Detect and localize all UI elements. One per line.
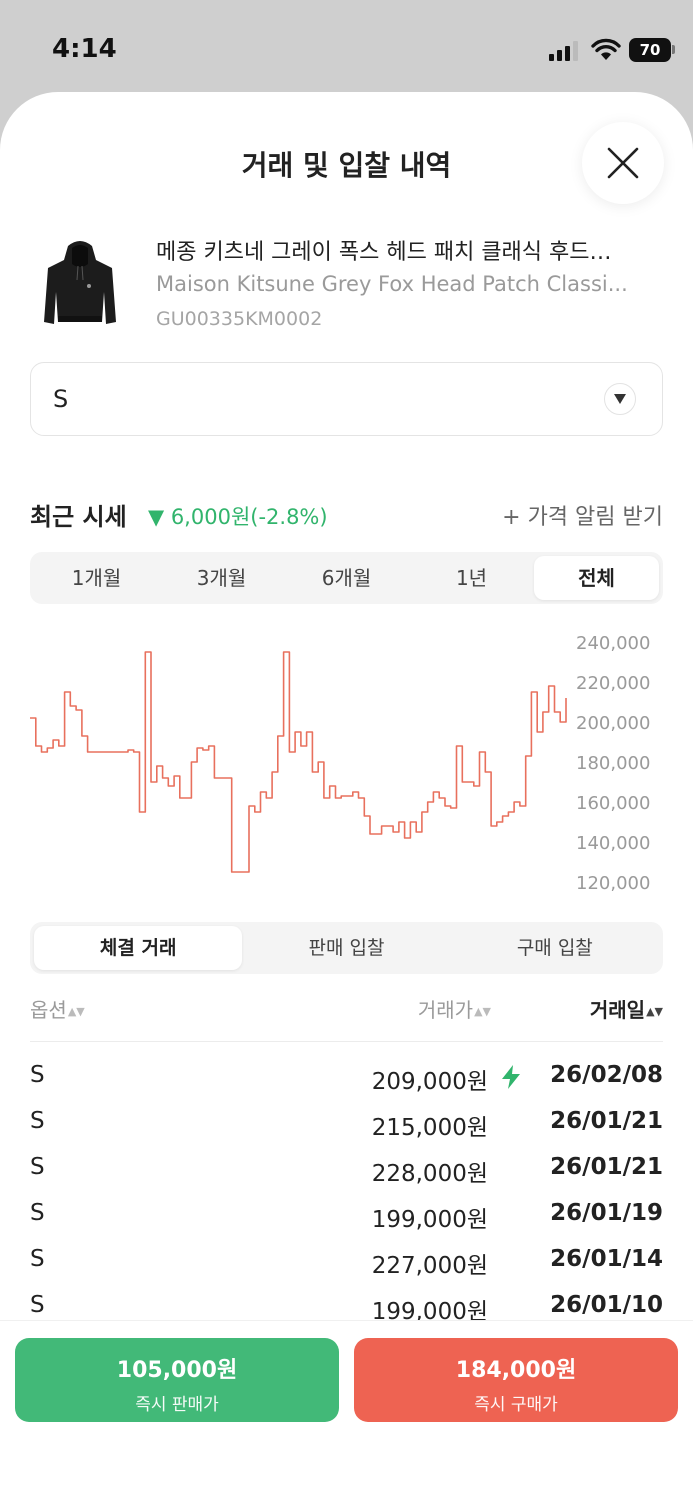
- row-price: 199,000원: [371, 1207, 488, 1233]
- price-column-header[interactable]: 거래가▲▼: [418, 994, 491, 1023]
- price-series-line: [30, 651, 567, 873]
- table-row: S 199,000원 26/01/19: [30, 1192, 663, 1238]
- y-tick-label: 180,000: [576, 753, 650, 774]
- trade-tabs: 체결 거래 판매 입찰 구매 입찰: [30, 922, 663, 974]
- row-option: S: [30, 1246, 45, 1272]
- instant-sell-price: 105,000원: [116, 1358, 238, 1383]
- close-icon: [607, 147, 639, 179]
- row-date: 26/01/14: [550, 1246, 663, 1272]
- row-option: S: [30, 1062, 45, 1088]
- row-date: 26/01/19: [550, 1200, 663, 1226]
- lightning-icon: [502, 1065, 520, 1089]
- trade-history-sheet: 거래 및 입찰 내역 메종 키츠네 그레이 폭스 헤드 패치 클래식 후드… M…: [0, 92, 693, 1500]
- row-date: 26/01/21: [550, 1108, 663, 1134]
- period-tabs: 1개월 3개월 6개월 1년 전체: [30, 552, 663, 604]
- recent-price-label: 최근 시세: [30, 503, 127, 531]
- price-alert-button[interactable]: + 가격 알림 받기: [502, 499, 663, 531]
- y-tick-label: 220,000: [576, 673, 650, 694]
- date-header-label: 거래일: [589, 998, 646, 1022]
- table-row: S 227,000원 26/01/14: [30, 1238, 663, 1284]
- size-select[interactable]: S: [30, 362, 663, 436]
- tab-6-months[interactable]: 6개월: [284, 556, 409, 600]
- row-option: S: [30, 1200, 45, 1226]
- option-header-label: 옵션: [30, 998, 67, 1022]
- tab-1-year[interactable]: 1년: [409, 556, 534, 600]
- recent-price-change: ▼ 6,000원(-2.8%): [148, 505, 328, 529]
- price-header-label: 거래가: [417, 998, 474, 1022]
- y-tick-label: 160,000: [576, 793, 650, 814]
- trade-list: S 209,000원 26/02/08 S 215,000원 26/01/21 …: [30, 1054, 663, 1330]
- product-name: 메종 키츠네 그레이 폭스 헤드 패치 클래식 후드…: [156, 240, 612, 265]
- tab-all[interactable]: 전체: [534, 556, 659, 600]
- status-time: 4:14: [52, 34, 117, 64]
- price-chart: 240,000 220,000 200,000 180,000 160,000 140,0…: [0, 632, 693, 892]
- battery-icon: 70: [629, 38, 671, 62]
- instant-buy-button[interactable]: 184,000원 즉시 구매가: [354, 1338, 678, 1422]
- size-select-value: S: [53, 385, 69, 413]
- table-header: 옵션▲▼ 거래가▲▼ 거래일▲▼: [30, 992, 663, 1042]
- y-tick-label: 140,000: [576, 833, 650, 854]
- table-row: S 215,000원 26/01/21: [30, 1100, 663, 1146]
- row-option: S: [30, 1292, 45, 1318]
- tab-concluded-trades[interactable]: 체결 거래: [34, 926, 243, 970]
- sort-icon: ▲▼: [67, 1005, 85, 1018]
- y-tick-label: 240,000: [576, 633, 650, 654]
- bottom-action-bar: 105,000원 즉시 판매가 184,000원 즉시 구매가: [0, 1320, 693, 1500]
- row-price: 228,000원: [371, 1161, 488, 1187]
- y-tick-label: 120,000: [576, 873, 650, 892]
- table-row: S 209,000원 26/02/08: [30, 1054, 663, 1100]
- row-date: 26/02/08: [550, 1062, 663, 1088]
- date-column-header[interactable]: 거래일▲▼: [590, 994, 663, 1023]
- row-price: 209,000원: [371, 1069, 488, 1095]
- product-image: [44, 241, 116, 324]
- instant-sell-button[interactable]: 105,000원 즉시 판매가: [15, 1338, 339, 1422]
- signal-icon: [549, 41, 578, 61]
- row-option: S: [30, 1108, 45, 1134]
- row-option: S: [30, 1154, 45, 1180]
- tab-3-months[interactable]: 3개월: [159, 556, 284, 600]
- option-column-header[interactable]: 옵션▲▼: [30, 994, 85, 1023]
- row-date: 26/01/10: [550, 1292, 663, 1318]
- tab-buy-bids[interactable]: 구매 입찰: [451, 926, 659, 970]
- wifi-icon: [591, 38, 621, 60]
- product-english-name: Maison Kitsune Grey Fox Head Patch Class…: [156, 272, 628, 296]
- tab-1-month[interactable]: 1개월: [34, 556, 159, 600]
- tab-sell-bids[interactable]: 판매 입찰: [242, 926, 450, 970]
- product-summary: 메종 키츠네 그레이 폭스 헤드 패치 클래식 후드… Maison Kitsu…: [30, 232, 670, 332]
- row-price: 215,000원: [371, 1115, 488, 1141]
- table-row: S 228,000원 26/01/21: [30, 1146, 663, 1192]
- y-tick-label: 200,000: [576, 713, 650, 734]
- row-price: 227,000원: [371, 1253, 488, 1279]
- sort-icon: ▲▼: [646, 1005, 663, 1018]
- status-bar: 4:14 70: [0, 0, 693, 100]
- battery-cap: [672, 45, 675, 54]
- row-date: 26/01/21: [550, 1154, 663, 1180]
- price-chart-svg: 240,000 220,000 200,000 180,000 160,000 140,0…: [30, 633, 650, 892]
- product-code: GU00335KM0002: [156, 308, 323, 330]
- chevron-down-icon: [604, 383, 636, 415]
- close-button[interactable]: [582, 122, 664, 204]
- instant-buy-price: 184,000원: [455, 1358, 577, 1383]
- instant-sell-label: 즉시 판매가: [135, 1395, 219, 1415]
- sort-icon: ▲▼: [474, 1005, 491, 1018]
- instant-buy-label: 즉시 구매가: [474, 1395, 558, 1415]
